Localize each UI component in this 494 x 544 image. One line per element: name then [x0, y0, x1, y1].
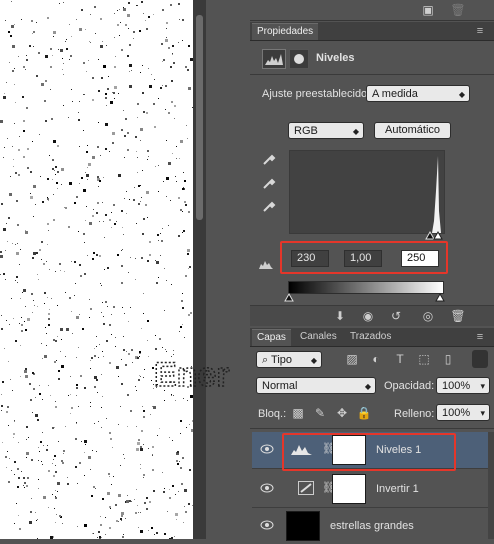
filter-shape-icon[interactable]: ⬚ [416, 351, 432, 367]
chevron-down-icon: ▾ [480, 408, 485, 418]
reset-icon[interactable]: ↺ [388, 308, 404, 324]
starfield-image [0, 1, 193, 539]
layers-tab-row: Capas Canales Trazados ≡ [250, 328, 494, 347]
filter-pixel-icon[interactable]: ▨ [344, 351, 360, 367]
canvas-text-selection: Ener [153, 356, 230, 395]
new-layer-icon[interactable]: ▣ [420, 2, 436, 18]
lock-position-icon[interactable]: ✥ [334, 405, 350, 421]
levels-icon [262, 49, 286, 69]
divider [250, 74, 494, 75]
panel-menu-icon[interactable]: ≡ [474, 332, 486, 343]
trash-icon[interactable]: 🗑 [450, 2, 466, 18]
layer-thumbnail[interactable] [286, 511, 320, 541]
properties-tab-row: Propiedades ≡ [250, 22, 494, 41]
histogram [289, 150, 445, 234]
input-white-field[interactable]: 250 [401, 250, 439, 267]
lock-pixels-icon[interactable]: ✎ [312, 405, 328, 421]
layer-name[interactable]: estrellas grandes [330, 520, 414, 532]
levels-small-icon [258, 258, 274, 270]
white-eyedropper-icon[interactable] [261, 199, 277, 215]
chevron-updown-icon: ◆ [458, 90, 465, 99]
eye-icon[interactable] [260, 483, 274, 493]
opacity-label: Opacidad: [384, 380, 435, 392]
preset-dropdown[interactable]: A medida ◆ [366, 85, 470, 102]
output-slider-handles[interactable] [282, 292, 448, 302]
visibility-icon[interactable]: ◎ [420, 308, 436, 324]
eye-icon[interactable] [260, 520, 274, 530]
tab-paths[interactable]: Trazados [345, 329, 396, 345]
panel-top-strip: ▣ 🗑 [250, 0, 494, 21]
black-eyedropper-icon[interactable] [261, 152, 277, 168]
canvas-text: Ener [154, 356, 230, 394]
search-icon: ⌕ [262, 354, 272, 366]
view-previous-icon[interactable]: ◉ [360, 308, 376, 324]
chevron-updown-icon: ◆ [364, 382, 371, 391]
layer-highlight [282, 433, 456, 471]
gray-eyedropper-icon[interactable] [261, 176, 277, 192]
input-gamma-field[interactable]: 1,00 [344, 250, 382, 267]
mask-icon[interactable] [289, 49, 309, 69]
chevron-updown-icon: ◆ [352, 127, 359, 136]
filter-adjustment-icon[interactable]: ◐ [368, 351, 384, 367]
layers-scrollbar[interactable] [488, 432, 494, 539]
filter-toggle-switch[interactable] [472, 350, 488, 368]
filter-kind-dropdown[interactable]: ⌕ Tipo ◆ [256, 351, 322, 368]
opacity-field[interactable]: 100% ▾ [436, 377, 490, 394]
input-black-field[interactable]: 230 [291, 250, 329, 267]
trash-icon[interactable]: 🗑 [450, 308, 466, 324]
input-slider-handles[interactable] [420, 230, 450, 240]
panel-gutter [206, 0, 250, 539]
filter-type-icon[interactable]: T [392, 351, 408, 367]
clip-to-layer-icon[interactable]: ⬇ [332, 308, 348, 324]
tab-channels[interactable]: Canales [295, 329, 342, 345]
lock-transparency-icon[interactable]: ▩ [290, 405, 306, 421]
fill-value: 100% [442, 407, 471, 419]
document-canvas[interactable] [0, 0, 193, 539]
lock-all-icon[interactable]: 🔒 [356, 405, 372, 421]
channel-dropdown[interactable]: RGB ◆ [288, 122, 364, 139]
panel-menu-icon[interactable]: ≡ [474, 26, 486, 37]
chevron-updown-icon: ◆ [310, 356, 317, 365]
opacity-value: 100% [442, 380, 471, 392]
scrollbar-thumb[interactable] [196, 15, 203, 220]
layer-name[interactable]: Invertir 1 [376, 483, 419, 495]
filter-kind-value: Tipo [271, 354, 293, 366]
preset-label: Ajuste preestablecido: [262, 88, 371, 100]
divider [250, 428, 494, 429]
tab-layers[interactable]: Capas [252, 329, 291, 346]
fill-field[interactable]: 100% ▾ [436, 404, 490, 421]
blend-mode-dropdown[interactable]: Normal ◆ [256, 377, 376, 394]
layer-row-invertir[interactable]: ⛓ Invertir 1 [252, 471, 488, 508]
invert-adjustment-thumb-icon [298, 481, 314, 495]
fill-label: Relleno: [394, 408, 435, 420]
layer-mask-thumbnail[interactable] [332, 474, 366, 504]
preset-value: A medida [372, 88, 418, 100]
chevron-down-icon: ▾ [480, 381, 485, 391]
channel-value: RGB [294, 125, 318, 137]
adjustment-name: Niveles [316, 52, 355, 64]
lock-label: Bloq.: [258, 408, 287, 420]
tab-properties[interactable]: Propiedades [252, 23, 319, 40]
eye-icon[interactable] [260, 444, 274, 454]
blend-mode-value: Normal [262, 380, 298, 392]
filter-smart-object-icon[interactable]: ▯ [440, 351, 456, 367]
properties-toolbar: ⬇ ◉ ↺ ◎ 🗑 [250, 305, 494, 326]
auto-button[interactable]: Automático [374, 122, 451, 139]
